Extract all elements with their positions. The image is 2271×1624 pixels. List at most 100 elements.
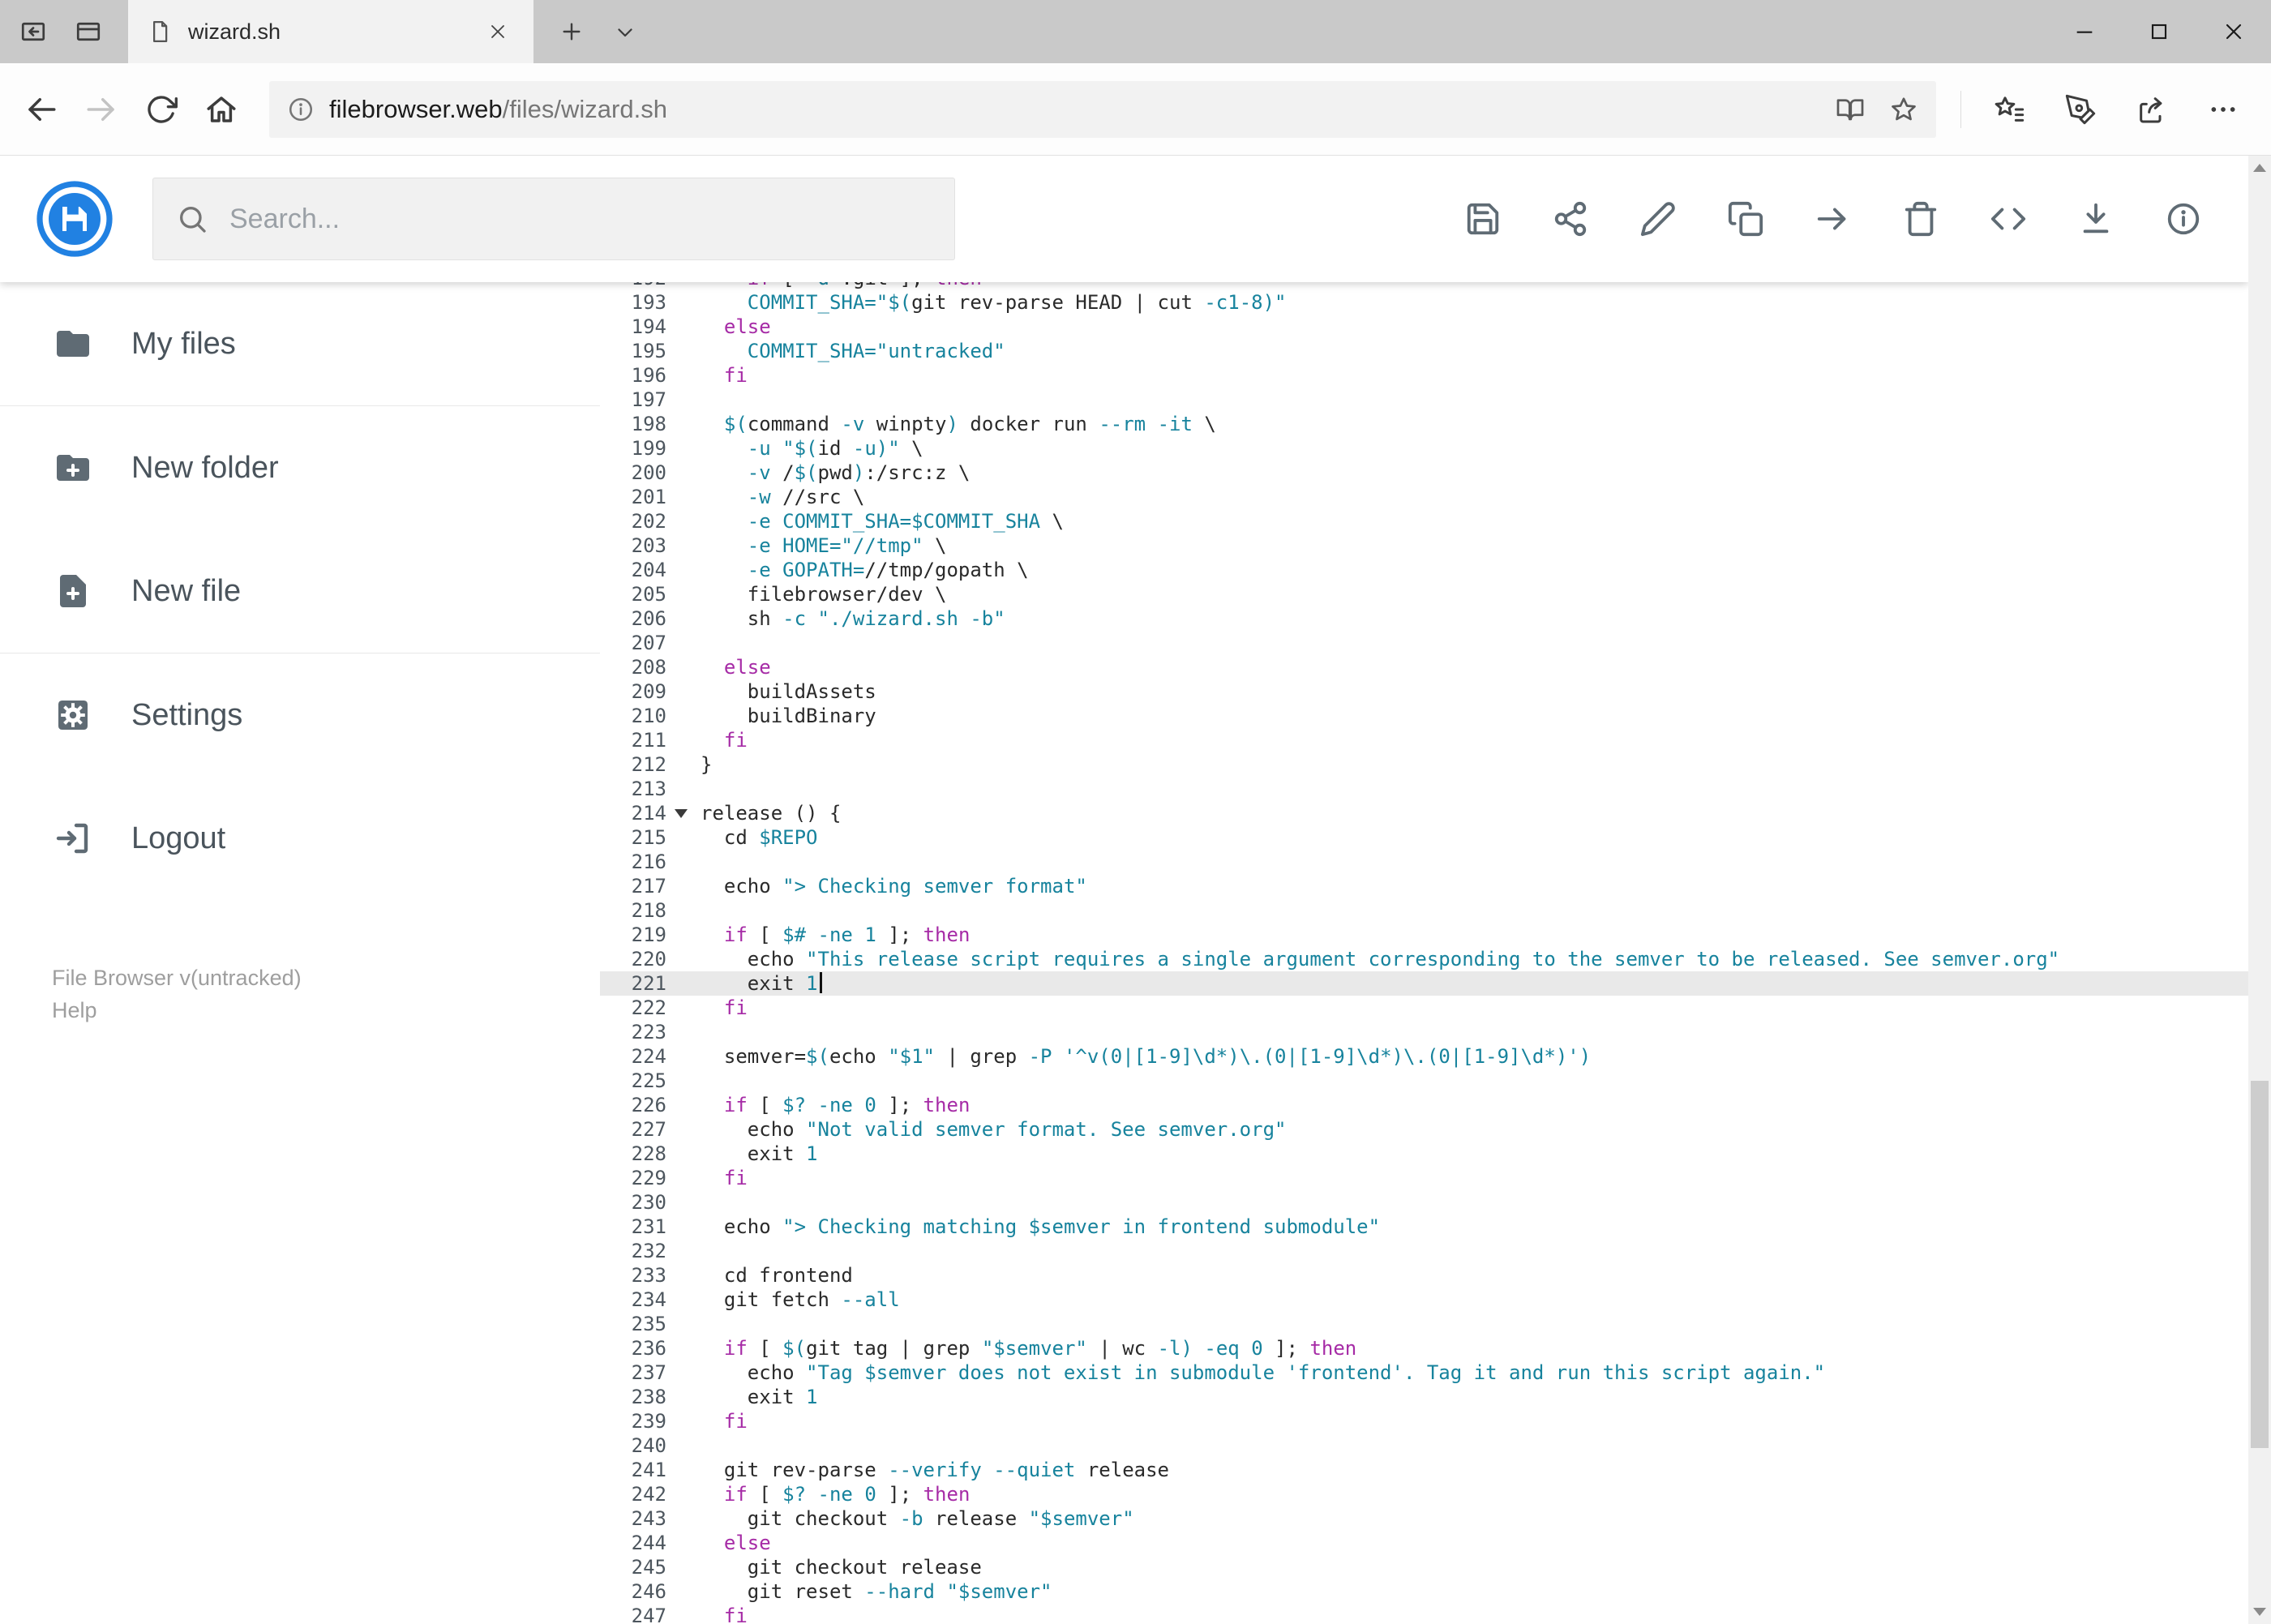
code-line[interactable]: 200 -v /$(pwd):/src:z \ [600, 461, 2248, 485]
code-line[interactable]: 221 exit 1 [600, 971, 2248, 996]
save-button[interactable] [1463, 199, 1502, 238]
code-line[interactable]: 195 COMMIT_SHA="untracked" [600, 339, 2248, 363]
code-line[interactable]: 247 fi [600, 1604, 2248, 1624]
code-line[interactable]: 196 fi [600, 363, 2248, 388]
sidebar-item-new-folder[interactable]: New folder [0, 406, 600, 529]
code-line[interactable]: 232 [600, 1239, 2248, 1263]
code-line[interactable]: 239 fi [600, 1409, 2248, 1433]
web-note-pen-icon[interactable] [2050, 79, 2110, 139]
code-line[interactable]: 198 $(command -v winpty) docker run --rm… [600, 412, 2248, 436]
scrollbar-thumb[interactable] [2251, 1080, 2269, 1448]
code-line[interactable]: 207 [600, 631, 2248, 655]
code-line[interactable]: 238 exit 1 [600, 1385, 2248, 1409]
code-line[interactable]: 203 -e HOME="//tmp" \ [600, 533, 2248, 558]
code-line[interactable]: 209 buildAssets [600, 679, 2248, 704]
scroll-up-icon[interactable] [2248, 156, 2271, 180]
download-button[interactable] [2076, 199, 2115, 238]
source-code-button[interactable] [1989, 199, 2028, 238]
page-scrollbar[interactable] [2248, 156, 2271, 1624]
code-line[interactable]: 192 if [ -d .git ]; then [600, 282, 2248, 290]
share-file-button[interactable] [1551, 199, 1590, 238]
search-input[interactable] [228, 202, 932, 236]
code-line[interactable]: 213 [600, 777, 2248, 801]
more-options-icon[interactable] [2193, 79, 2253, 139]
code-line[interactable]: 197 [600, 388, 2248, 412]
move-button[interactable] [1814, 199, 1853, 238]
code-line[interactable]: 211 fi [600, 728, 2248, 752]
site-info-icon[interactable] [287, 96, 315, 123]
code-editor[interactable]: 192 if [ -d .git ]; then193 COMMIT_SHA="… [600, 282, 2248, 1624]
code-line[interactable]: 241 git rev-parse --verify --quiet relea… [600, 1458, 2248, 1482]
code-line[interactable]: 237 echo "Tag $semver does not exist in … [600, 1360, 2248, 1385]
code-line[interactable]: 214 release () { [600, 801, 2248, 825]
code-line[interactable]: 245 git checkout release [600, 1555, 2248, 1579]
home-button[interactable] [191, 79, 251, 139]
add-favorite-star-icon[interactable] [1889, 95, 1918, 124]
code-line[interactable]: 193 COMMIT_SHA="$(git rev-parse HEAD | c… [600, 290, 2248, 315]
copy-button[interactable] [1726, 199, 1765, 238]
rename-button[interactable] [1639, 199, 1678, 238]
code-line[interactable]: 229 fi [600, 1166, 2248, 1190]
back-button[interactable] [11, 79, 71, 139]
code-line[interactable]: 230 [600, 1190, 2248, 1215]
help-link[interactable]: Help [52, 994, 600, 1026]
sidebar-item-my-files[interactable]: My files [0, 282, 600, 405]
code-line[interactable]: 227 echo "Not valid semver format. See s… [600, 1117, 2248, 1142]
code-line[interactable]: 216 [600, 850, 2248, 874]
delete-button[interactable] [1901, 199, 1940, 238]
code-line[interactable]: 233 cd frontend [600, 1263, 2248, 1288]
code-line[interactable]: 219 if [ $# -ne 1 ]; then [600, 923, 2248, 947]
tab-list-chevron-icon[interactable] [600, 6, 650, 57]
close-window-button[interactable] [2196, 0, 2271, 63]
fold-toggle-icon[interactable] [675, 809, 688, 818]
code-line[interactable]: 208 else [600, 655, 2248, 679]
code-line[interactable]: 228 exit 1 [600, 1142, 2248, 1166]
code-line[interactable]: 243 git checkout -b release "$semver" [600, 1506, 2248, 1531]
code-line[interactable]: 205 filebrowser/dev \ [600, 582, 2248, 606]
search-bar[interactable] [152, 178, 955, 260]
share-icon[interactable] [2122, 79, 2182, 139]
scroll-down-icon[interactable] [2248, 1600, 2271, 1624]
code-line[interactable]: 235 [600, 1312, 2248, 1336]
code-line[interactable]: 220 echo "This release script requires a… [600, 947, 2248, 971]
tab-preview-icon[interactable] [63, 6, 114, 57]
code-line[interactable]: 240 [600, 1433, 2248, 1458]
code-line[interactable]: 206 sh -c "./wizard.sh -b" [600, 606, 2248, 631]
info-button[interactable] [2164, 199, 2203, 238]
code-line[interactable]: 212} [600, 752, 2248, 777]
browser-tab[interactable]: wizard.sh [128, 0, 533, 63]
code-line[interactable]: 199 -u "$(id -u)" \ [600, 436, 2248, 461]
forward-button[interactable] [71, 79, 131, 139]
code-line[interactable]: 224 semver=$(echo "$1" | grep -P '^v(0|[… [600, 1044, 2248, 1069]
reading-view-icon[interactable] [1836, 95, 1865, 124]
sidebar-item-new-file[interactable]: New file [0, 529, 600, 653]
code-line[interactable]: 217 echo "> Checking semver format" [600, 874, 2248, 898]
code-line[interactable]: 201 -w //src \ [600, 485, 2248, 509]
code-line[interactable]: 231 echo "> Checking matching $semver in… [600, 1215, 2248, 1239]
tab-close-icon[interactable] [482, 15, 514, 48]
sidebar-item-logout[interactable]: Logout [0, 777, 600, 900]
code-line[interactable]: 234 git fetch --all [600, 1288, 2248, 1312]
new-tab-button[interactable] [546, 6, 597, 57]
code-line[interactable]: 223 [600, 1020, 2248, 1044]
code-line[interactable]: 222 fi [600, 996, 2248, 1020]
minimize-button[interactable] [2047, 0, 2122, 63]
filebrowser-logo-icon[interactable] [36, 180, 114, 258]
hub-favorites-icon[interactable] [1979, 79, 2039, 139]
code-line[interactable]: 210 buildBinary [600, 704, 2248, 728]
code-line[interactable]: 194 else [600, 315, 2248, 339]
code-line[interactable]: 226 if [ $? -ne 0 ]; then [600, 1093, 2248, 1117]
code-line[interactable]: 225 [600, 1069, 2248, 1093]
maximize-button[interactable] [2122, 0, 2196, 63]
address-bar[interactable]: filebrowser.web/files/wizard.sh [269, 80, 1936, 138]
code-line[interactable]: 202 -e COMMIT_SHA=$COMMIT_SHA \ [600, 509, 2248, 533]
refresh-button[interactable] [131, 79, 191, 139]
code-line[interactable]: 218 [600, 898, 2248, 923]
sidebar-item-settings[interactable]: Settings [0, 653, 600, 777]
code-line[interactable]: 246 git reset --hard "$semver" [600, 1579, 2248, 1604]
code-line[interactable]: 215 cd $REPO [600, 825, 2248, 850]
set-tabs-aside-icon[interactable] [8, 6, 58, 57]
code-line[interactable]: 244 else [600, 1531, 2248, 1555]
code-line[interactable]: 242 if [ $? -ne 0 ]; then [600, 1482, 2248, 1506]
code-line[interactable]: 204 -e GOPATH=//tmp/gopath \ [600, 558, 2248, 582]
